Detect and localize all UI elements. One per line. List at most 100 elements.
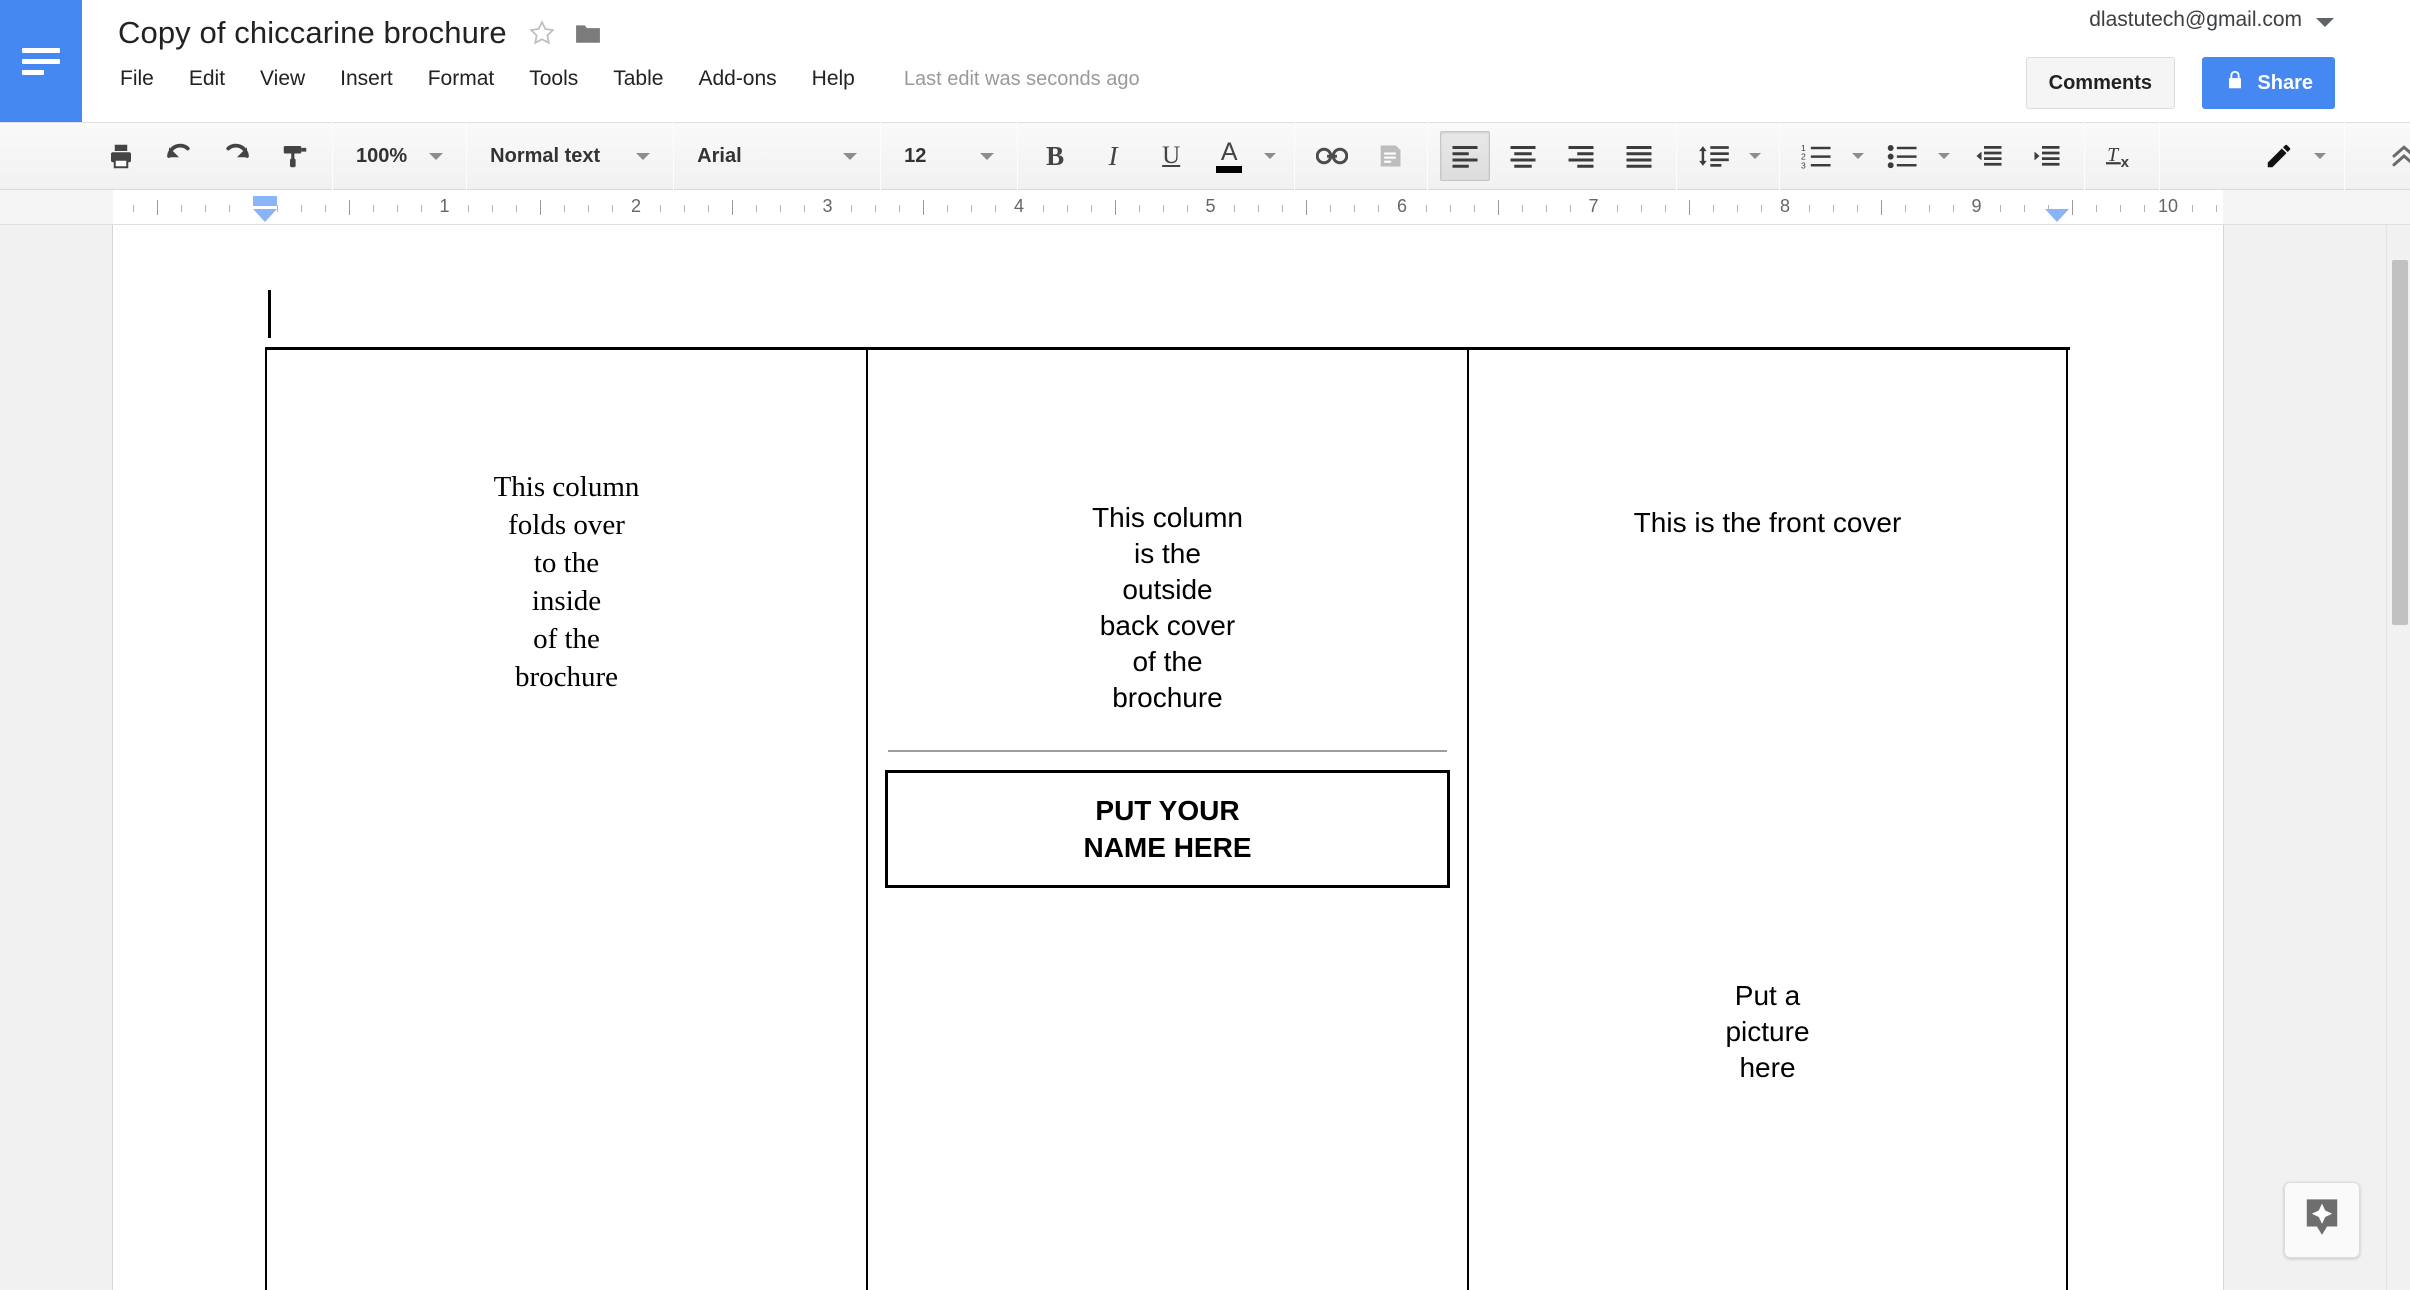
picture-line-2: picture [1725, 1016, 1810, 1047]
underline-label: U [1162, 142, 1181, 169]
bold-label: B [1046, 140, 1065, 171]
menu-item-help[interactable]: Help [810, 65, 857, 93]
ruler-number: 1 [439, 196, 450, 216]
text-color-button[interactable]: A [1204, 131, 1254, 181]
font-family-select[interactable]: Arial [682, 131, 872, 181]
chevron-down-icon[interactable] [1749, 153, 1762, 159]
comments-button[interactable]: Comments [2025, 57, 2175, 109]
inside-fold-line-5: of the [533, 623, 600, 655]
chevron-down-icon [636, 152, 651, 160]
chevron-down-icon[interactable] [2316, 18, 2334, 27]
ruler-track [113, 190, 2223, 224]
back-cover-line-2: is the [1134, 538, 1201, 569]
align-left-button[interactable] [1440, 131, 1491, 181]
toolbar-group-spacing [1677, 122, 1779, 190]
chevron-down-icon[interactable] [1264, 153, 1277, 159]
chevron-down-icon [429, 152, 444, 160]
front-cover-heading: This is the front cover [1633, 507, 1902, 538]
insert-link-button[interactable] [1307, 131, 1357, 181]
vertical-scrollbar[interactable] [2386, 225, 2410, 1290]
menu-item-tools[interactable]: Tools [527, 65, 580, 93]
left-indent-bar[interactable] [253, 196, 277, 206]
horizontal-rule [888, 750, 1447, 752]
print-button[interactable] [96, 131, 146, 181]
text-cursor [268, 290, 271, 338]
toolbar-group-lists: 123 [1780, 122, 2084, 190]
document-page[interactable]: This column folds over to the inside of … [113, 225, 2223, 1290]
undo-button[interactable] [154, 131, 204, 181]
document-title[interactable]: Copy of chiccarine brochure [118, 15, 507, 51]
menu-item-table[interactable]: Table [611, 65, 665, 93]
name-box-line-2: NAME HERE [1083, 832, 1252, 863]
numbered-list-button[interactable]: 123 [1792, 131, 1842, 181]
chevron-down-icon[interactable] [1938, 153, 1951, 159]
last-edit-status[interactable]: Last edit was seconds ago [904, 68, 1140, 91]
table-cell-back-cover[interactable]: This column is the outside back cover of… [866, 350, 1467, 1290]
lock-icon [2224, 69, 2246, 97]
toolbar-group-mode [2160, 122, 2344, 190]
align-justify-button[interactable] [1614, 131, 1664, 181]
explore-star-icon [2301, 1196, 2343, 1245]
paint-format-button[interactable] [270, 131, 320, 181]
menu-item-file[interactable]: File [118, 65, 156, 93]
menu-item-format[interactable]: Format [426, 65, 497, 93]
folder-icon[interactable] [575, 22, 601, 44]
ruler[interactable]: 1 2 3 4 5 6 7 8 9 10 [0, 190, 2410, 225]
paragraph-style-select[interactable]: Normal text [475, 131, 665, 181]
star-outline-icon[interactable] [528, 20, 555, 46]
clear-formatting-button[interactable]: Tx [2097, 131, 2147, 181]
scrollbar-thumb[interactable] [2392, 260, 2408, 625]
inside-fold-line-3: to the [533, 547, 600, 579]
inside-fold-line-2: folds over [508, 509, 625, 541]
toolbar-group-font-size: 12 [881, 122, 1017, 190]
share-button[interactable]: Share [2202, 57, 2335, 109]
ruler-number: 10 [2157, 196, 2179, 216]
ruler-number: 5 [1205, 196, 1216, 216]
menu-item-view[interactable]: View [258, 65, 307, 93]
text-color-label: A [1220, 137, 1238, 166]
left-indent-marker[interactable] [253, 209, 277, 222]
ruler-number: 6 [1396, 196, 1408, 216]
font-size-select[interactable]: 12 [889, 131, 1009, 181]
toolbar-group-align [1428, 122, 1676, 190]
explore-button[interactable] [2284, 1182, 2360, 1258]
back-cover-line-3: outside [1122, 574, 1213, 605]
ruler-number: 8 [1779, 196, 1791, 216]
back-cover-line-6: brochure [1112, 682, 1223, 713]
chevron-down-icon[interactable] [1852, 153, 1865, 159]
zoom-select[interactable]: 100% [341, 131, 458, 181]
name-placeholder-box[interactable]: PUT YOUR NAME HERE [885, 770, 1450, 888]
toolbar-group-text-format: B I U A [1018, 122, 1294, 190]
chevron-down-icon [980, 152, 995, 160]
back-cover-line-4: back cover [1099, 610, 1236, 641]
menu-item-edit[interactable]: Edit [187, 65, 227, 93]
ruler-number: 2 [630, 196, 642, 216]
underline-button[interactable]: U [1146, 131, 1196, 181]
align-center-button[interactable] [1498, 131, 1548, 181]
align-right-button[interactable] [1556, 131, 1606, 181]
table-cell-inside-fold[interactable]: This column folds over to the inside of … [265, 350, 866, 1290]
bold-button[interactable]: B [1030, 131, 1080, 181]
line-spacing-button[interactable] [1689, 131, 1739, 181]
account-email[interactable]: dlastutech@gmail.com [2089, 8, 2302, 32]
decrease-indent-button[interactable] [1964, 131, 2014, 181]
chevron-down-icon[interactable] [2314, 153, 2327, 159]
edit-mode-button[interactable] [2254, 131, 2304, 181]
right-indent-marker[interactable] [2045, 209, 2069, 222]
increase-indent-button[interactable] [2022, 131, 2072, 181]
add-comment-button[interactable] [1365, 131, 1415, 181]
table-cell-front-cover[interactable]: This is the front cover Put a picture he… [1467, 350, 2068, 1290]
document-canvas[interactable]: This column folds over to the inside of … [0, 225, 2410, 1290]
menu-item-addons[interactable]: Add-ons [696, 65, 778, 93]
toolbar-group-zoom: 100% [333, 122, 466, 190]
menu-item-insert[interactable]: Insert [338, 65, 395, 93]
toolbar-group-style: Normal text [467, 122, 673, 190]
italic-button[interactable]: I [1088, 131, 1138, 181]
brochure-table[interactable]: This column folds over to the inside of … [265, 347, 2070, 1290]
redo-button[interactable] [212, 131, 262, 181]
docs-logo-icon[interactable] [0, 0, 82, 122]
font-size-value: 12 [904, 144, 927, 167]
collapse-toolbar-button[interactable] [2379, 131, 2410, 181]
ruler-number: 7 [1588, 196, 1599, 216]
bulleted-list-button[interactable] [1878, 131, 1928, 181]
